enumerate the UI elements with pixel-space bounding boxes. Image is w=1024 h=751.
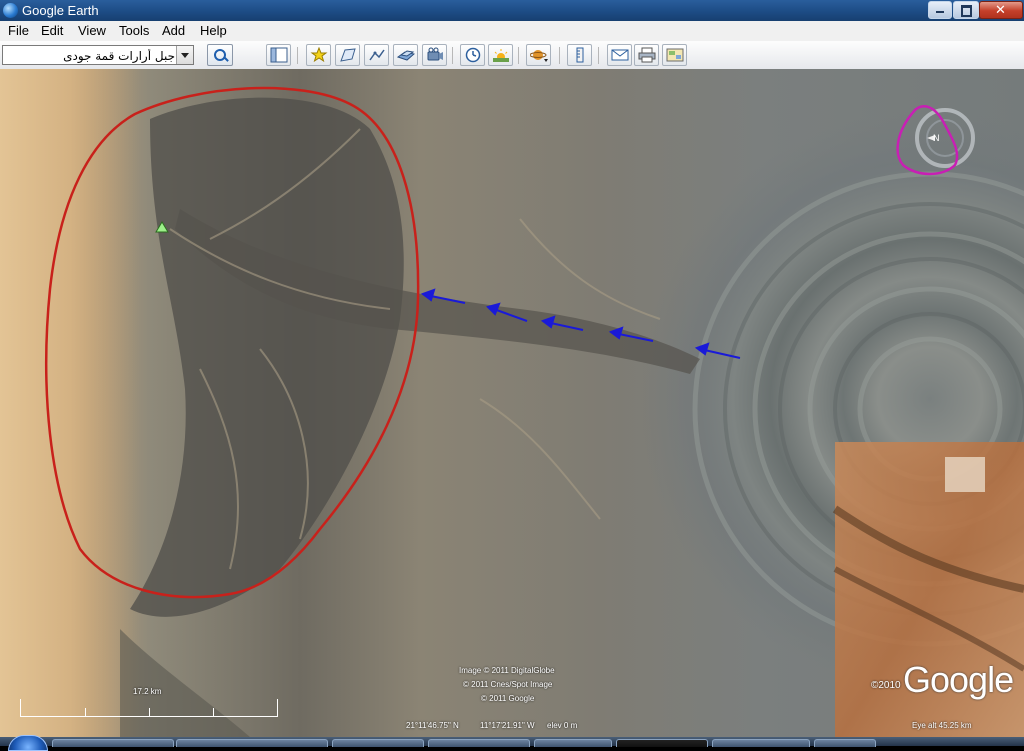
sunlight-button[interactable] <box>488 44 513 66</box>
ruler-icon <box>576 47 584 63</box>
sidebar-toggle-icon <box>270 47 288 63</box>
historical-imagery-icon <box>465 47 481 63</box>
print-icon <box>638 47 656 63</box>
close-icon: ✕ <box>995 2 1006 17</box>
status-latitude: 21°11'46.75" N <box>406 721 459 730</box>
add-path-icon <box>369 49 385 61</box>
switch-planet-button[interactable] <box>526 44 551 66</box>
close-button[interactable]: ✕ <box>979 1 1023 19</box>
maximize-button[interactable] <box>953 1 979 19</box>
navigation-compass[interactable]: N <box>895 105 985 185</box>
imagery-credit-1: Image © 2011 DigitalGlobe <box>459 666 555 675</box>
menu-bar: File Edit View Tools Add Help <box>0 21 1024 41</box>
title-bar: Google Earth ✕ <box>0 0 1024 22</box>
imagery-credit-3: © 2011 Google <box>481 694 535 703</box>
search-input[interactable] <box>5 48 175 63</box>
scale-bar <box>20 699 278 717</box>
print-button[interactable] <box>634 44 659 66</box>
svg-text:N: N <box>933 133 940 143</box>
record-tour-icon <box>427 47 443 61</box>
view-in-maps-icon <box>666 48 684 62</box>
placemark-triangle-icon[interactable] <box>155 221 169 233</box>
copyright-year: ©2010 <box>871 680 901 691</box>
switch-planet-icon <box>530 50 548 62</box>
search-button[interactable] <box>207 44 233 66</box>
add-placemark-button[interactable] <box>306 44 331 66</box>
menu-add[interactable]: Add <box>162 23 185 38</box>
add-polygon-button[interactable] <box>335 44 360 66</box>
status-elevation: elev 0 m <box>547 721 578 730</box>
minimize-button[interactable] <box>928 1 952 19</box>
scale-label: 17.2 km <box>133 687 162 696</box>
imagery-credit-2: © 2011 Cnes/Spot Image <box>463 680 553 689</box>
add-polygon-icon <box>340 48 356 62</box>
search-history-dropdown[interactable] <box>176 46 193 64</box>
map-view[interactable]: N Image © 2011 DigitalGlobe © 2011 Cnes/… <box>0 69 1024 746</box>
add-placemark-icon <box>310 47 328 63</box>
status-longitude: 11°17'21.91" W <box>480 721 535 730</box>
menu-view[interactable]: View <box>78 23 106 38</box>
google-logo: Google <box>903 659 1014 700</box>
email-icon <box>611 49 629 61</box>
image-overlay-button[interactable] <box>393 44 418 66</box>
menu-edit[interactable]: Edit <box>41 23 63 38</box>
add-path-button[interactable] <box>364 44 389 66</box>
status-eye-altitude: Eye alt 45.25 km <box>912 721 972 730</box>
historical-imagery-button[interactable] <box>460 44 485 66</box>
view-in-maps-button[interactable] <box>662 44 687 66</box>
sunlight-icon <box>493 49 509 62</box>
record-tour-button[interactable] <box>422 44 447 66</box>
menu-file[interactable]: File <box>8 23 29 38</box>
search-box <box>2 45 194 65</box>
sidebar-toggle-button[interactable] <box>266 44 291 66</box>
ruler-button[interactable] <box>567 44 592 66</box>
google-earth-app-icon <box>3 3 18 18</box>
menu-help[interactable]: Help <box>200 23 227 38</box>
window-title: Google Earth <box>22 3 99 18</box>
image-overlay-icon <box>397 50 415 61</box>
toolbar <box>0 41 1024 70</box>
email-button[interactable] <box>607 44 632 66</box>
satellite-imagery <box>0 69 1024 746</box>
menu-tools[interactable]: Tools <box>119 23 149 38</box>
